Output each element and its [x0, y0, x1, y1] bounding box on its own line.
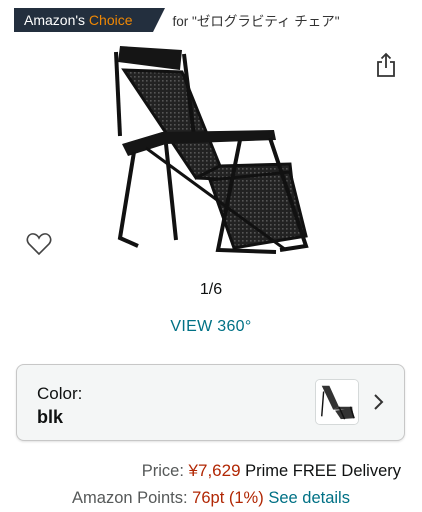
- amazons-choice-badge: Amazon's Choice: [14, 8, 164, 32]
- share-icon[interactable]: [374, 52, 398, 78]
- view-360-link[interactable]: VIEW 360°: [0, 318, 422, 336]
- points-row: Amazon Points: 76pt (1%) See details: [0, 489, 422, 508]
- color-label: Color:: [37, 384, 83, 403]
- price-row: Price: ¥7,629 Prime FREE Delivery: [0, 461, 401, 481]
- image-counter: 1/6: [199, 281, 223, 298]
- chevron-right-icon: [374, 394, 384, 410]
- delivery-text: Prime FREE Delivery: [245, 462, 401, 480]
- product-image-chair[interactable]: [110, 40, 316, 268]
- color-selector[interactable]: Color: blk: [16, 364, 405, 441]
- badge-choice-text: Choice: [88, 12, 133, 28]
- points-value: 76pt: [192, 489, 225, 507]
- badge-search-term: for "ゼログラビティ チェア": [172, 14, 340, 29]
- color-swatch-thumbnail: [315, 379, 359, 425]
- price-label: Price:: [141, 462, 184, 480]
- see-details-link[interactable]: See details: [268, 489, 350, 507]
- heart-icon[interactable]: [26, 232, 52, 256]
- amazons-choice-row: Amazon's Choice for "ゼログラビティ チェア": [14, 8, 340, 32]
- points-label: Amazon Points:: [72, 489, 188, 507]
- color-value: blk: [37, 407, 64, 427]
- badge-prefix: Amazon's: [24, 12, 89, 28]
- price-value: ¥7,629: [188, 461, 241, 480]
- points-percent: (1%): [228, 489, 264, 507]
